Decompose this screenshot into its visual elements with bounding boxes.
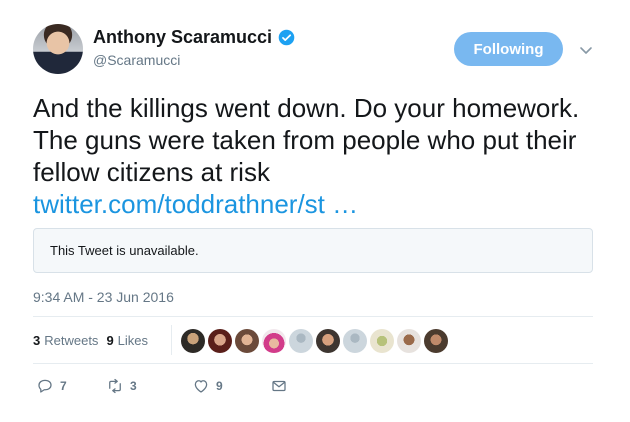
reply-icon (38, 379, 52, 393)
following-button[interactable]: Following (454, 32, 563, 66)
verified-badge-icon (278, 29, 295, 46)
tweet-actions: 7 3 9 (36, 377, 288, 395)
reply-count: 7 (60, 379, 67, 393)
retweet-button[interactable]: 3 (106, 377, 192, 395)
divider (33, 316, 593, 317)
direct-message-icon (272, 380, 286, 392)
author-name-row: Anthony Scaramucci (93, 27, 295, 48)
chevron-down-icon[interactable] (576, 40, 596, 60)
tweet-timestamp[interactable]: 9:34 AM - 23 Jun 2016 (33, 289, 174, 305)
direct-message-button[interactable] (270, 377, 288, 395)
tweet-link[interactable]: twitter.com/toddrathner/st … (33, 188, 613, 220)
like-icon (194, 380, 208, 393)
retweets-count: 3 (33, 333, 41, 348)
tweet-stats: 3 Retweets 9 Likes (33, 333, 156, 348)
like-button[interactable]: 9 (192, 377, 270, 395)
liker-avatar[interactable] (289, 329, 313, 353)
likes-label: Likes (117, 333, 149, 348)
likes-count: 9 (106, 333, 114, 348)
liker-avatar[interactable] (370, 329, 394, 353)
reply-button[interactable]: 7 (36, 377, 106, 395)
tweet-body: And the killings went down. Do your home… (33, 93, 580, 187)
liker-avatar[interactable] (208, 329, 232, 353)
tweet-text: And the killings went down. Do your home… (33, 92, 613, 220)
like-count: 9 (216, 379, 223, 393)
liker-avatar[interactable] (316, 329, 340, 353)
retweets-label: Retweets (44, 333, 99, 348)
author-avatar[interactable] (33, 24, 83, 74)
quoted-tweet-card[interactable]: This Tweet is unavailable. (33, 228, 593, 273)
retweet-icon (109, 378, 121, 394)
liker-avatar[interactable] (397, 329, 421, 353)
liker-avatar[interactable] (262, 329, 286, 353)
liker-avatar[interactable] (424, 329, 448, 353)
retweets-stat[interactable]: 3 Retweets (33, 333, 98, 348)
liker-avatars (181, 329, 448, 353)
divider (33, 363, 593, 364)
liker-avatar[interactable] (181, 329, 205, 353)
quoted-tweet-message: This Tweet is unavailable. (50, 243, 199, 258)
author-handle[interactable]: @Scaramucci (93, 52, 180, 68)
liker-avatar[interactable] (235, 329, 259, 353)
likes-stat[interactable]: 9 Likes (106, 333, 148, 348)
liker-avatar[interactable] (343, 329, 367, 353)
retweet-count: 3 (130, 379, 137, 393)
stats-divider (171, 325, 172, 355)
author-name[interactable]: Anthony Scaramucci (93, 27, 272, 48)
